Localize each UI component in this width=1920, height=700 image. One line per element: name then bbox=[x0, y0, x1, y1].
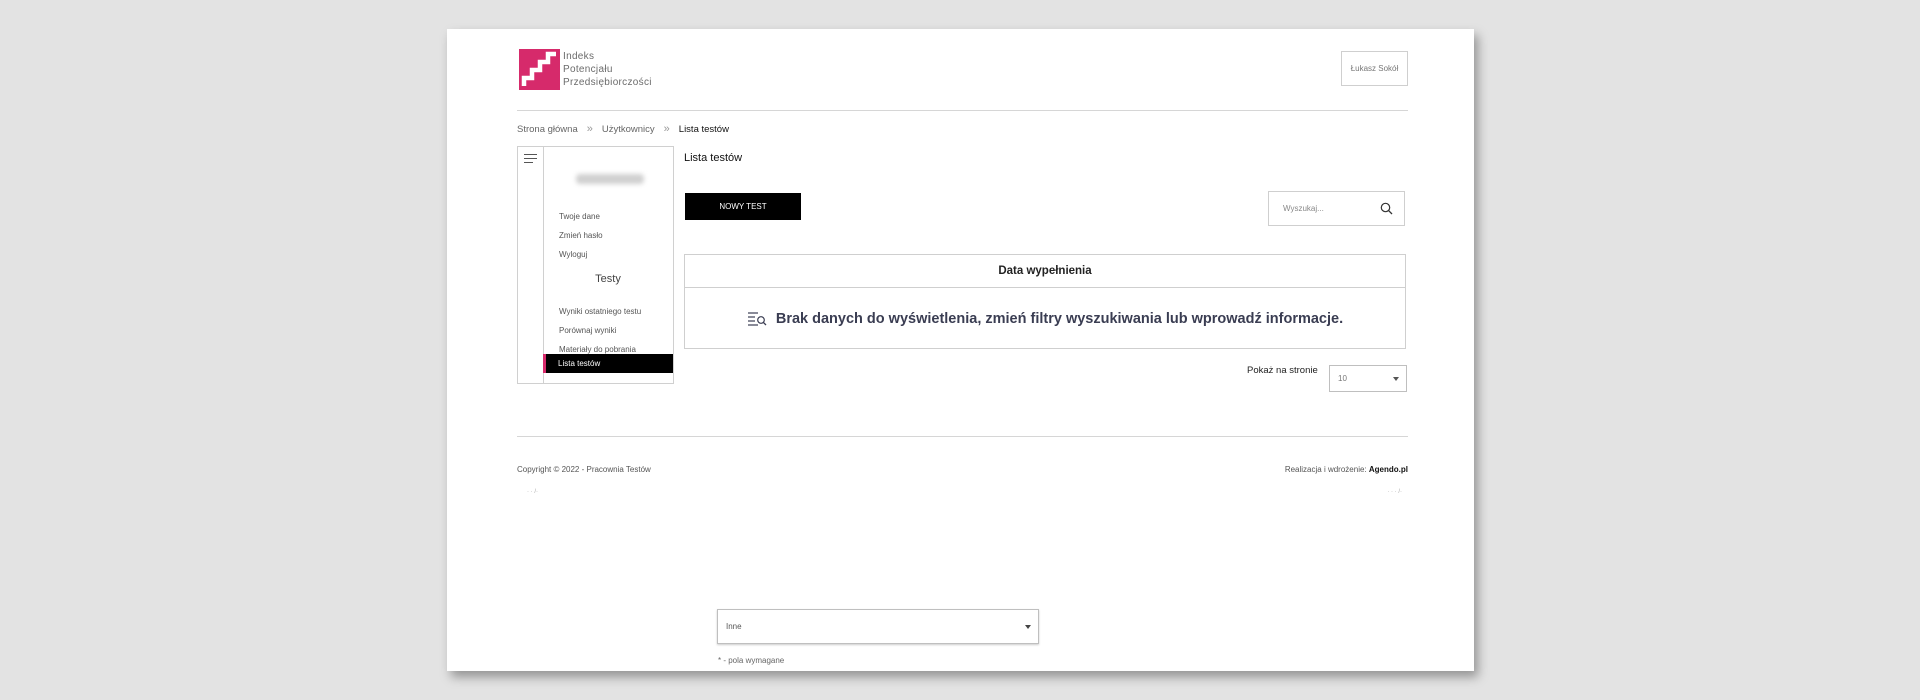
chevron-down-icon bbox=[1025, 625, 1031, 629]
page-card: Indeks Potencjału Przedsiębiorczości Łuk… bbox=[447, 29, 1474, 671]
sidebar: Twoje dane Zmień hasło Wyloguj Testy Wyn… bbox=[517, 146, 674, 384]
user-account-button[interactable]: Łukasz Sokół bbox=[1341, 51, 1408, 86]
blurred-user-name bbox=[576, 174, 644, 184]
credits: Realizacja i wdrożenie: Agendo.pl bbox=[1285, 465, 1408, 474]
sidebar-section-heading: Testy bbox=[595, 273, 621, 285]
ghost-artifact-left: · · /· bbox=[527, 489, 538, 495]
sidebar-item-last-results[interactable]: Wyniki ostatniego testu bbox=[559, 302, 641, 321]
column-header-fill-date[interactable]: Data wypełnienia bbox=[685, 255, 1405, 288]
breadcrumb: Strona główna » Użytkownicy » Lista test… bbox=[517, 123, 729, 135]
per-page-select[interactable]: 10 bbox=[1329, 365, 1407, 392]
sidebar-item-your-data[interactable]: Twoje dane bbox=[559, 207, 603, 226]
sidebar-item-test-list[interactable]: Lista testów bbox=[543, 354, 673, 373]
double-chevron-right-icon: » bbox=[586, 123, 593, 135]
stairs-logo-icon bbox=[519, 49, 560, 90]
new-test-button[interactable]: NOWY TEST bbox=[685, 193, 801, 220]
credits-prefix: Realizacja i wdrożenie: bbox=[1284, 465, 1367, 474]
breadcrumb-home-link[interactable]: Strona główna bbox=[517, 124, 578, 135]
brand-logo[interactable]: Indeks Potencjału Przedsiębiorczości bbox=[519, 49, 652, 90]
search-list-icon bbox=[747, 311, 767, 326]
per-page-value: 10 bbox=[1338, 374, 1347, 383]
per-page-label: Pokaż na stronie bbox=[1247, 365, 1318, 376]
empty-state-message: Brak danych do wyświetlenia, zmień filtr… bbox=[775, 310, 1344, 327]
ghost-artifact-right: · · · /· bbox=[1387, 489, 1402, 495]
account-links: Twoje dane Zmień hasło Wyloguj bbox=[559, 207, 603, 264]
empty-state-row: Brak danych do wyświetlenia, zmień filtr… bbox=[685, 288, 1405, 349]
footer-divider bbox=[517, 436, 1408, 437]
sidebar-item-logout[interactable]: Wyloguj bbox=[559, 245, 603, 264]
brand-name: Indeks Potencjału Przedsiębiorczości bbox=[563, 51, 652, 88]
page-title: Lista testów bbox=[684, 152, 743, 164]
breadcrumb-users-link[interactable]: Użytkownicy bbox=[602, 124, 655, 135]
hamburger-icon[interactable] bbox=[524, 154, 537, 166]
sidebar-item-compare-results[interactable]: Porównaj wyniki bbox=[559, 321, 641, 340]
copyright-text: Copyright © 2022 - Pracownia Testów bbox=[517, 465, 651, 474]
category-select[interactable]: Inne bbox=[717, 609, 1039, 644]
sidebar-rail bbox=[518, 147, 544, 383]
tests-table: Data wypełnienia Brak danych do wyświetl… bbox=[684, 254, 1406, 349]
header-divider bbox=[517, 110, 1408, 111]
search-icon[interactable] bbox=[1380, 202, 1393, 220]
double-chevron-right-icon: » bbox=[663, 123, 670, 135]
chevron-down-icon bbox=[1393, 377, 1399, 381]
search-input[interactable] bbox=[1281, 203, 1375, 214]
required-fields-note: * - pola wymagane bbox=[718, 656, 785, 665]
sidebar-item-change-password[interactable]: Zmień hasło bbox=[559, 226, 603, 245]
agendo-link[interactable]: Agendo.pl bbox=[1369, 465, 1408, 474]
breadcrumb-current: Lista testów bbox=[678, 123, 729, 135]
test-links: Wyniki ostatniego testu Porównaj wyniki … bbox=[559, 302, 641, 359]
search-box bbox=[1268, 191, 1405, 226]
category-select-value: Inne bbox=[726, 622, 742, 631]
